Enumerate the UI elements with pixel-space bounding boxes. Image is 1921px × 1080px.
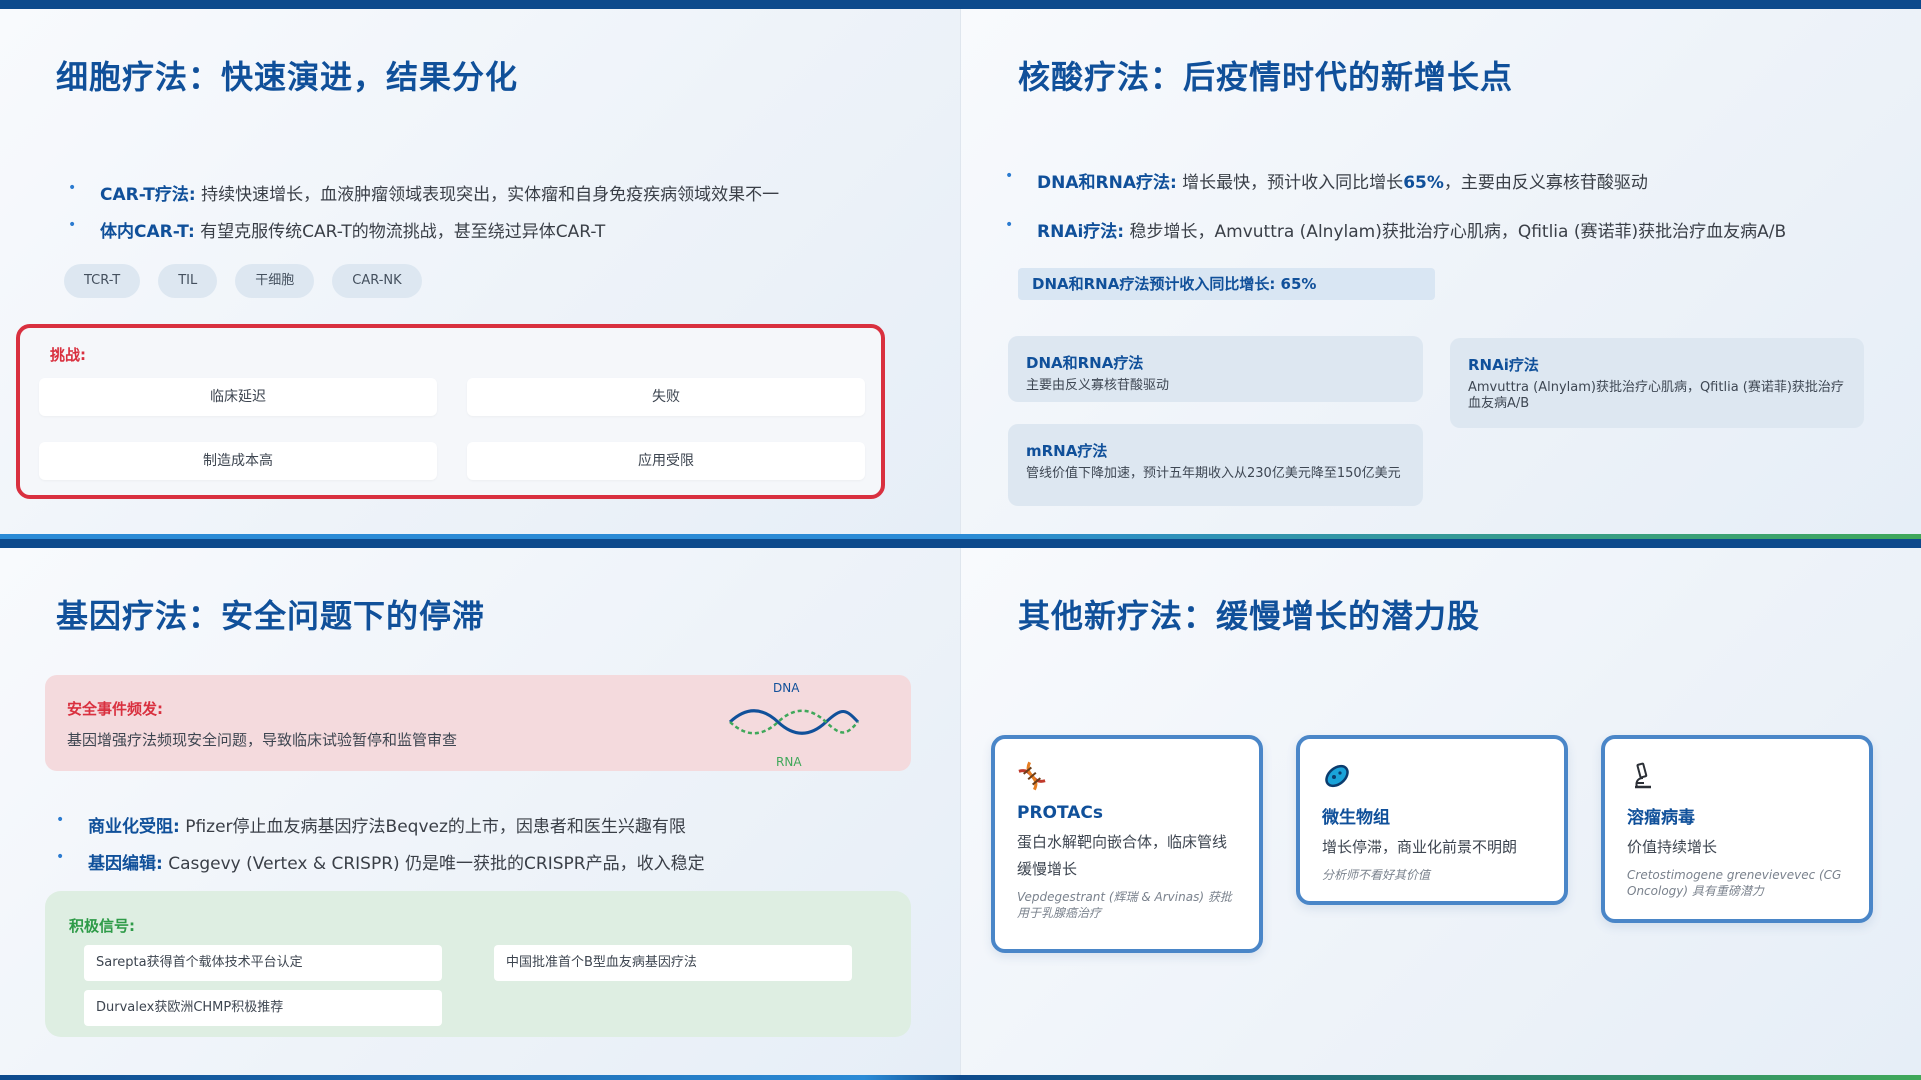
bullet-label: CAR-T疗法:: [100, 185, 196, 205]
slide-grid: 细胞疗法：快速演进，结果分化 • CAR-T疗法: 持续快速增长，血液肿瘤领域表…: [0, 0, 1921, 1080]
safety-desc: 基因增强疗法频现安全问题，导致临床试验暂停和监管审查: [67, 731, 458, 749]
growth-bar: DNA和RNA疗法预计收入同比增长: 65%: [1018, 268, 1435, 300]
bullet-commercialization: • 商业化受阻: Pfizer停止血友病基因疗法Beqvez的上市，因患者和医生…: [56, 812, 705, 837]
slide-title: 细胞疗法：快速演进，结果分化: [56, 58, 519, 96]
card-rnai: RNAi疗法 Amvuttra (Alnylam)获批治疗心肌病，Qfitlia…: [1450, 338, 1864, 428]
safety-events-box: 安全事件频发: 基因增强疗法频现安全问题，导致临床试验暂停和监管审查 DNA R…: [45, 675, 911, 771]
bullet-dot-icon: •: [56, 849, 65, 865]
bullet-dna-rna: • DNA和RNA疗法: 增长最快，预计收入同比增长65%，主要由反义寡核苷酸驱…: [1005, 168, 1786, 193]
challenge-item: 应用受限: [467, 442, 865, 480]
bullet-text: 持续快速增长，血液肿瘤领域表现突出，实体瘤和自身免疫疾病领域效果不一: [195, 185, 780, 205]
safety-label: 安全事件频发:: [67, 700, 163, 718]
positive-item: Sarepta获得首个载体技术平台认定: [84, 945, 442, 981]
bullet-text: 增长最快，预计收入同比增长: [1176, 173, 1404, 193]
card-desc: 管线价值下降加速，预计五年期收入从230亿美元降至150亿美元: [1026, 466, 1401, 481]
card-desc: 主要由反义寡核苷酸驱动: [1026, 378, 1170, 393]
therapy-tags: TCR-T TIL 干细胞 CAR-NK: [64, 264, 422, 298]
bullet-text: 有望克服传统CAR-T的物流挑战，甚至绕过异体CAR-T: [194, 222, 606, 242]
bullet-text: Pfizer停止血友病基因疗法Beqvez的上市，因患者和医生兴趣有限: [179, 817, 686, 837]
rna-label: RNA: [776, 755, 802, 769]
bullet-label: 基因编辑:: [88, 854, 163, 874]
card-protacs: PROTACs 蛋白水解靶向嵌合体，临床管线缓慢增长 Vepdegestrant…: [991, 735, 1263, 953]
card-microbiome: 微生物组 增长停滞，商业化前景不明朗 分析师不看好其价值: [1296, 735, 1568, 905]
middle-accent-bar: [0, 534, 1921, 548]
challenge-item: 制造成本高: [39, 442, 437, 480]
card-title: 微生物组: [1322, 808, 1390, 828]
dna-label: DNA: [773, 681, 800, 695]
challenge-item: 临床延迟: [39, 378, 437, 416]
positive-item: 中国批准首个B型血友病基因疗法: [494, 945, 852, 981]
bullet-list: • DNA和RNA疗法: 增长最快，预计收入同比增长65%，主要由反义寡核苷酸驱…: [1005, 168, 1786, 242]
tag-stem-cell: 干细胞: [235, 264, 315, 298]
card-title: 溶瘤病毒: [1627, 808, 1695, 828]
tag-til: TIL: [158, 264, 218, 298]
bullet-dot-icon: •: [1005, 217, 1014, 233]
positive-item: Durvalex获欧洲CHMP积极推荐: [84, 990, 442, 1026]
bullet-text: 稳步增长，Amvuttra (Alnylam)获批治疗心肌病，Qfitlia (…: [1124, 222, 1787, 242]
bullet-label: 体内CAR-T:: [100, 222, 195, 242]
microbe-icon: [1325, 764, 1349, 788]
bullet-dot-icon: •: [1005, 168, 1014, 184]
dna-helix-icon: [1018, 761, 1046, 791]
slide-other-therapies: 其他新疗法：缓慢增长的潜力股 PROTACs 蛋白水解靶向嵌合体，临床管线缓慢增…: [961, 539, 1921, 1080]
challenge-item: 失败: [467, 378, 865, 416]
bullet-label: DNA和RNA疗法:: [1037, 173, 1177, 193]
bullet-car-t: • CAR-T疗法: 持续快速增长，血液肿瘤领域表现突出，实体瘤和自身免疫疾病领…: [68, 180, 779, 205]
challenges-label: 挑战:: [50, 346, 86, 364]
card-note: Cretostimogene grenevievevec (CG Oncolog…: [1627, 868, 1842, 898]
card-note: Vepdegestrant (辉瑞 & Arvinas) 获批用于乳腺癌治疗: [1017, 890, 1232, 920]
bullet-label: RNAi疗法:: [1037, 222, 1125, 242]
slide-gene-therapy: 基因疗法：安全问题下的停滞 安全事件频发: 基因增强疗法频现安全问题，导致临床试…: [0, 539, 961, 1080]
bullet-gene-editing: • 基因编辑: Casgevy (Vertex & CRISPR) 仍是唯一获批…: [56, 849, 705, 874]
bullet-text: Casgevy (Vertex & CRISPR) 仍是唯一获批的CRISPR产…: [162, 854, 705, 874]
top-accent-bar: [0, 0, 1921, 9]
positive-signals-box: 积极信号: Sarepta获得首个载体技术平台认定 中国批准首个B型血友病基因疗…: [45, 891, 911, 1037]
bullet-list: • 商业化受阻: Pfizer停止血友病基因疗法Beqvez的上市，因患者和医生…: [56, 812, 705, 874]
card-title: DNA和RNA疗法: [1026, 354, 1144, 372]
tag-tcr-t: TCR-T: [64, 264, 141, 298]
bullet-list: • CAR-T疗法: 持续快速增长，血液肿瘤领域表现突出，实体瘤和自身免疫疾病领…: [68, 180, 779, 242]
slide-title: 基因疗法：安全问题下的停滞: [56, 597, 486, 635]
card-desc: Amvuttra (Alnylam)获批治疗心肌病，Qfitlia (赛诺菲)获…: [1468, 380, 1844, 411]
bullet-text: ，主要由反义寡核苷酸驱动: [1443, 173, 1648, 193]
challenges-box: 挑战: 临床延迟 失败 制造成本高 应用受限: [16, 324, 885, 499]
bullet-dot-icon: •: [68, 180, 77, 196]
bullet-in-vivo-car-t: • 体内CAR-T: 有望克服传统CAR-T的物流挑战，甚至绕过异体CAR-T: [68, 217, 779, 242]
tag-car-nk: CAR-NK: [332, 264, 422, 298]
bullet-label: 商业化受阻:: [88, 817, 180, 837]
bullet-rnai: • RNAi疗法: 稳步增长，Amvuttra (Alnylam)获批治疗心肌病…: [1005, 217, 1786, 242]
slide-title: 其他新疗法：缓慢增长的潜力股: [1018, 597, 1481, 635]
middle-green-accent: [961, 534, 1921, 539]
positive-label: 积极信号:: [69, 917, 135, 935]
bullet-dot-icon: •: [68, 217, 77, 233]
slide-title: 核酸疗法：后疫情时代的新增长点: [1018, 58, 1514, 96]
microscope-icon: [1635, 762, 1651, 789]
card-oncolytic-virus: 溶瘤病毒 价值持续增长 Cretostimogene grenevievevec…: [1601, 735, 1873, 923]
card-desc: 价值持续增长: [1627, 838, 1718, 856]
dna-helix-icon: [728, 709, 860, 735]
card-title: RNAi疗法: [1468, 356, 1539, 374]
card-note: 分析师不看好其价值: [1322, 868, 1431, 882]
bullet-dot-icon: •: [56, 812, 65, 828]
bottom-accent-bar: [0, 1075, 1921, 1080]
card-mrna: mRNA疗法 管线价值下降加速，预计五年期收入从230亿美元降至150亿美元: [1008, 424, 1423, 506]
slide-nucleic-acid-therapy: 核酸疗法：后疫情时代的新增长点 • DNA和RNA疗法: 增长最快，预计收入同比…: [961, 0, 1921, 539]
card-title: mRNA疗法: [1026, 442, 1108, 460]
card-dna-rna: DNA和RNA疗法 主要由反义寡核苷酸驱动: [1008, 336, 1423, 402]
card-desc: 增长停滞，商业化前景不明朗: [1322, 838, 1518, 856]
slide-cell-therapy: 细胞疗法：快速演进，结果分化 • CAR-T疗法: 持续快速增长，血液肿瘤领域表…: [0, 0, 961, 539]
card-title: PROTACs: [1017, 803, 1104, 823]
growth-highlight: 65%: [1403, 173, 1444, 193]
card-desc: 蛋白水解靶向嵌合体，临床管线缓慢增长: [1017, 833, 1228, 878]
